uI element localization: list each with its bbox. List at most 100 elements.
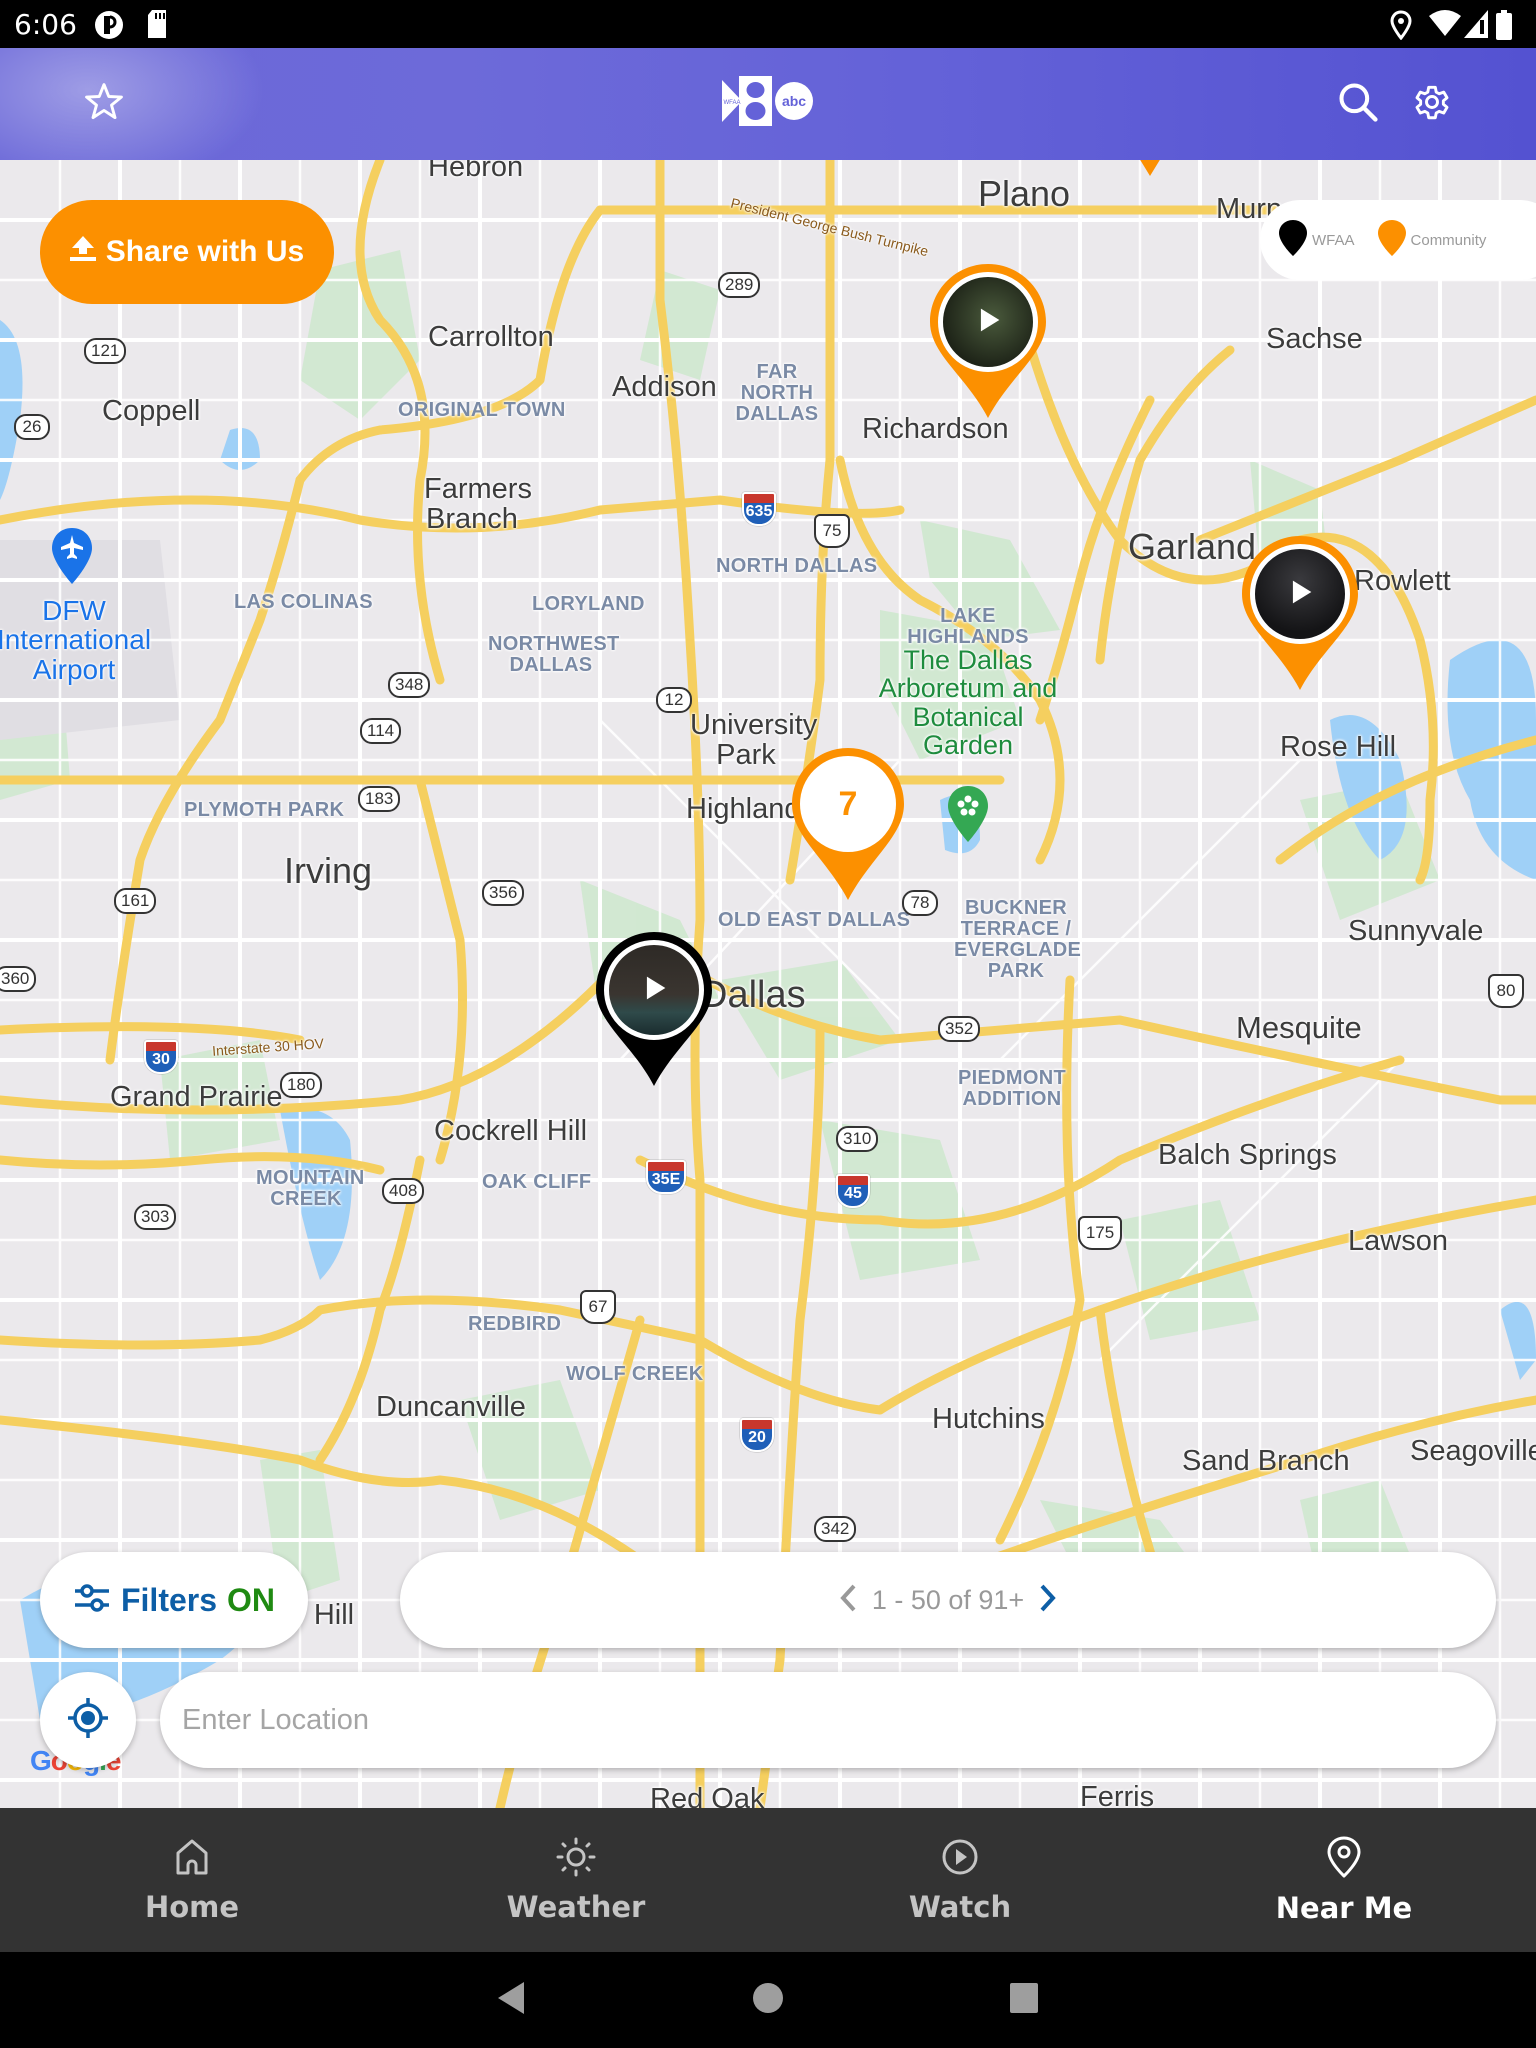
interstate-shield: 35E: [646, 1160, 686, 1194]
share-with-us-button[interactable]: Share with Us: [40, 200, 334, 304]
map-label-arboretum: The Dallas Arboretum and Botanical Garde…: [878, 645, 1058, 761]
us-route-shield: 175: [1078, 1216, 1122, 1250]
settings-button[interactable]: [1406, 78, 1458, 130]
filters-state: ON: [227, 1581, 276, 1618]
map-label-city: Lawson: [1348, 1225, 1448, 1257]
community-video-marker[interactable]: [930, 264, 1046, 418]
sliders-icon: [73, 1582, 111, 1619]
map-label-city: Mesquite: [1236, 1010, 1362, 1045]
battery-icon: [1496, 10, 1512, 45]
wfaa-video-marker[interactable]: [596, 932, 712, 1086]
route-shield: 183: [358, 786, 401, 812]
header-cloud-decoration: [0, 48, 280, 160]
map-label-city: Ferris: [1080, 1781, 1155, 1808]
my-location-button[interactable]: [40, 1672, 136, 1768]
crosshair-icon: [66, 1696, 110, 1745]
home-circle-icon[interactable]: [752, 1980, 784, 2021]
upload-icon: [69, 234, 96, 270]
data-saver-icon: [92, 10, 126, 45]
logo-wfaa-text: WFAA: [723, 100, 740, 106]
nav-tab-label: Watch: [908, 1889, 1012, 1924]
us-route-shield: 67: [580, 1290, 616, 1324]
community-marker-partial[interactable]: [1128, 160, 1172, 185]
nav-tab-watch[interactable]: Watch: [768, 1808, 1152, 1952]
map-label-neighborhood: PLYMOTH PARK: [184, 799, 345, 821]
filters-label: Filters: [120, 1581, 218, 1618]
map-label-city: Richardson: [862, 413, 1009, 445]
map-label-neighborhood: ORIGINAL TOWN: [398, 399, 566, 421]
next-page-button[interactable]: [1038, 1583, 1058, 1618]
location-pin-icon: [1324, 1836, 1364, 1883]
back-icon[interactable]: [494, 1980, 526, 2021]
route-shield: 310: [836, 1126, 879, 1152]
route-shield: 161: [114, 888, 157, 914]
map-label-city: Coppell: [102, 395, 201, 427]
nav-tab-label: Weather: [506, 1889, 646, 1924]
legend-item-wfaa: WFAA: [1278, 219, 1355, 262]
community-cluster-marker[interactable]: 7: [792, 748, 904, 900]
legend-label: WFAA: [1312, 231, 1355, 249]
map-label-city: Hebron: [428, 160, 524, 183]
location-input[interactable]: [160, 1672, 1496, 1768]
route-shield: 114: [360, 718, 402, 744]
status-bar: 6:06: [0, 0, 1536, 48]
map-label-city: Irving: [284, 850, 373, 891]
map-label-city: Garland: [1128, 526, 1257, 567]
nav-tab-label: Home: [144, 1889, 240, 1924]
map-label-city: Seagoville: [1410, 1435, 1536, 1467]
map-label-city: Rowlett: [1354, 565, 1451, 597]
interstate-shield: 635: [742, 492, 776, 526]
interstate-shield: 20: [740, 1418, 774, 1452]
legend-label: Community: [1410, 231, 1487, 249]
map-label-city: Dallas: [700, 974, 806, 1016]
route-shield: 180: [280, 1072, 323, 1098]
route-shield: 356: [482, 880, 525, 906]
recents-icon[interactable]: [1008, 1980, 1040, 2021]
map-label-city: University Park: [690, 709, 818, 772]
map-label-city: Addison: [612, 371, 717, 403]
nav-tab-near-me[interactable]: Near Me: [1152, 1808, 1536, 1952]
legend-item-community: Community: [1377, 219, 1487, 262]
map-label-neighborhood: FAR NORTH DALLAS: [735, 361, 819, 425]
favorites-button[interactable]: [78, 78, 130, 130]
map-label-neighborhood: BUCKNER TERRACE / EVERGLADE PARK: [954, 897, 1082, 982]
play-circle-icon: [940, 1837, 980, 1882]
map-label-neighborhood: LAKE HIGHLANDS: [907, 605, 1029, 648]
map-label-city: Sand Branch: [1182, 1445, 1350, 1477]
map-legend: WFAA Community: [1260, 200, 1536, 280]
search-button[interactable]: [1332, 78, 1384, 130]
map-label-city: Sunnyvale: [1348, 915, 1484, 947]
status-time: 6:06: [14, 8, 77, 41]
filters-button[interactable]: Filters ON: [40, 1552, 308, 1648]
route-shield: 348: [388, 672, 431, 698]
community-video-marker[interactable]: [1242, 536, 1358, 690]
map-label-city: Red Oak: [650, 1783, 765, 1808]
sun-icon: [556, 1837, 596, 1882]
map-label-neighborhood: PIEDMONT ADDITION: [958, 1067, 1066, 1110]
us-route-shield: 75: [814, 514, 850, 548]
location-status-icon: [1390, 10, 1412, 45]
nav-tab-label: Near Me: [1275, 1890, 1413, 1925]
play-icon: [971, 303, 1005, 342]
community-pin-icon: [1377, 219, 1407, 262]
previous-page-button[interactable]: [838, 1583, 858, 1618]
map-label-neighborhood: WOLF CREEK: [566, 1363, 704, 1385]
map-label-neighborhood: NORTH DALLAS: [716, 555, 878, 577]
map-label-city: Hutchins: [932, 1403, 1045, 1435]
route-shield: 289: [718, 272, 761, 298]
nav-tab-home[interactable]: Home: [0, 1808, 384, 1952]
results-pager: 1 - 50 of 91+: [400, 1552, 1496, 1648]
app-header: abc WFAA: [0, 48, 1536, 160]
bottom-navigation: Home Weather Watch Near Me: [0, 1808, 1536, 1952]
map-label-neighborhood: OAK CLIFF: [482, 1171, 592, 1193]
route-shield: 26: [14, 414, 50, 440]
arboretum-pin-icon[interactable]: [946, 784, 990, 849]
share-with-us-label: Share with Us: [105, 235, 305, 268]
airport-pin-icon[interactable]: [50, 526, 94, 591]
route-shield: 352: [938, 1016, 981, 1042]
search-icon: [1336, 80, 1380, 129]
star-icon: [82, 80, 126, 129]
chevron-left-icon: [838, 1583, 858, 1618]
route-shield: 360: [0, 966, 37, 992]
nav-tab-weather[interactable]: Weather: [384, 1808, 768, 1952]
